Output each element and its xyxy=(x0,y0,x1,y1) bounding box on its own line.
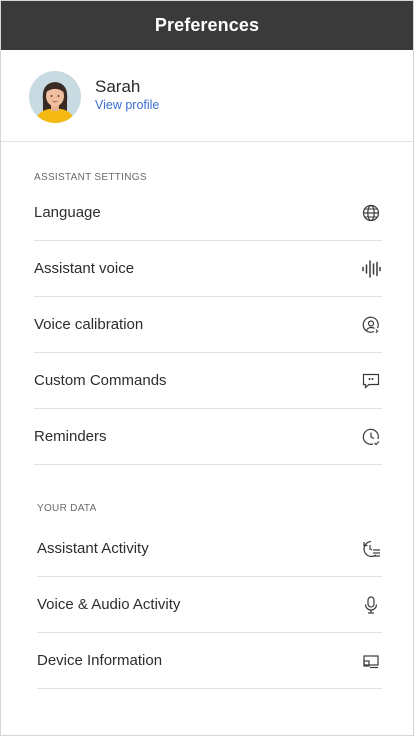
clock-icon xyxy=(360,426,382,448)
page-title: Preferences xyxy=(154,15,260,35)
title-bar: Preferences xyxy=(1,1,413,50)
settings-item-assistant-voice[interactable]: Assistant voice xyxy=(34,241,382,297)
your-data-heading: YOUR DATA xyxy=(37,503,97,514)
chat-bubble-icon xyxy=(360,370,382,392)
data-item-label: Voice & Audio Activity xyxy=(37,596,181,613)
settings-item-label: Reminders xyxy=(34,428,107,445)
settings-item-label: Custom Commands xyxy=(34,372,167,389)
preferences-screen: Preferences Sarah View profile ASSISTANT… xyxy=(0,0,414,736)
assistant-settings-heading: ASSISTANT SETTINGS xyxy=(34,172,147,183)
settings-item-custom-commands[interactable]: Custom Commands xyxy=(34,353,382,409)
data-item-device-information[interactable]: Device Information xyxy=(37,633,382,689)
settings-item-label: Voice calibration xyxy=(34,316,144,333)
settings-item-label: Language xyxy=(34,204,101,221)
user-avatar-icon xyxy=(29,71,81,123)
data-item-label: Device Information xyxy=(37,652,163,669)
device-icon xyxy=(360,650,382,672)
data-item-voice-audio-activity[interactable]: Voice & Audio Activity xyxy=(37,577,382,633)
profile-section[interactable]: Sarah View profile xyxy=(1,50,413,142)
data-item-assistant-activity[interactable]: Assistant Activity xyxy=(37,521,382,577)
avatar[interactable] xyxy=(29,71,81,123)
voice-calibration-icon xyxy=(360,314,382,336)
view-profile-link[interactable]: View profile xyxy=(95,98,159,112)
globe-icon xyxy=(360,202,382,224)
history-list-icon xyxy=(360,538,382,560)
settings-item-language[interactable]: Language xyxy=(34,185,382,241)
profile-name: Sarah xyxy=(95,77,141,96)
settings-item-voice-calibration[interactable]: Voice calibration xyxy=(34,297,382,353)
data-item-label: Assistant Activity xyxy=(37,540,149,557)
settings-item-label: Assistant voice xyxy=(34,260,135,277)
settings-item-reminders[interactable]: Reminders xyxy=(34,409,382,465)
voice-waveform-icon xyxy=(360,258,382,280)
microphone-icon xyxy=(360,594,382,616)
